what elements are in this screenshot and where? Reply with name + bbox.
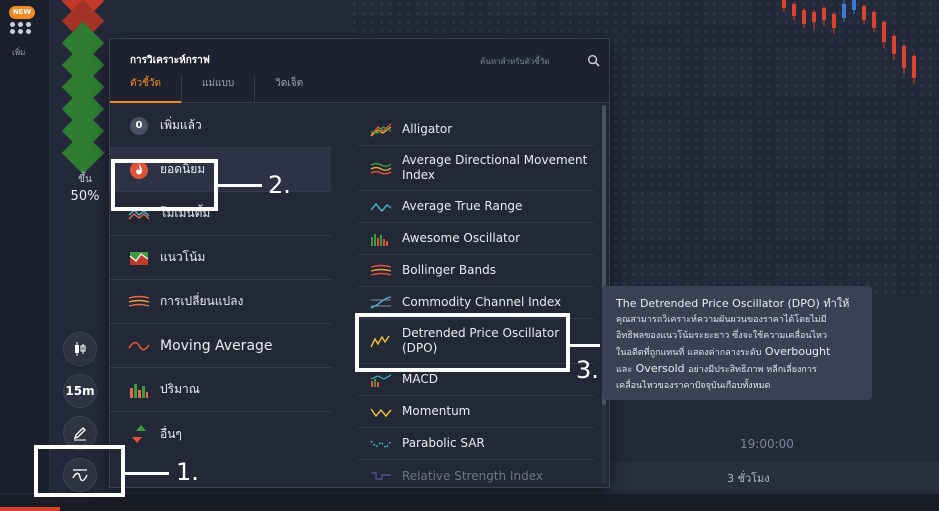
tooltip-line: อิทธิพลของแนวโน้มระยะยาว ซึ่งจะใช้ความเค… <box>616 331 828 341</box>
category-label: ปริมาณ <box>160 382 200 396</box>
sentiment-readout: ขึ้น 50% <box>70 172 100 204</box>
category-label: Moving Average <box>160 337 273 354</box>
indicator-alligator[interactable]: Alligator <box>358 114 594 146</box>
category-label: แนวโน้ม <box>160 250 206 264</box>
new-badge: NEW <box>9 6 35 19</box>
candlestick-series <box>782 0 916 84</box>
chart-type-button[interactable] <box>63 332 97 366</box>
indicator-label: Alligator <box>402 122 453 136</box>
cci-icon <box>370 295 392 309</box>
indicator-label: Momentum <box>402 404 471 418</box>
chart-analysis-panel: การวิเคราะห์กราฟ ตัวชี้วัด แม่แบบ วิดเจ็… <box>109 38 610 488</box>
tooltip-line: เคลื่อนไหวของราคาปัจจุบันเกือบทั้งหมด <box>616 381 771 391</box>
tab-widgets[interactable]: วิดเจ็ต <box>254 75 323 103</box>
annotation-label-3: 3. <box>576 356 599 384</box>
timeframe-button[interactable]: 15m <box>63 374 97 408</box>
indicator-label: Commodity Channel Index <box>402 295 562 309</box>
tooltip-line: คุณสามารถวิเคราะห์ความผันผวนของราคาได้โด… <box>616 315 827 325</box>
tooltip-line: ในอดีตที่ถูกแทนที่ แสดงค่ากลางระดับ <box>616 348 762 358</box>
annotation-box-3 <box>355 313 570 372</box>
category-label: อื่นๆ <box>160 426 182 441</box>
volatility-waves-icon <box>128 295 150 307</box>
parabolic-sar-icon <box>370 440 392 449</box>
up-down-arrows-icon <box>132 425 146 443</box>
category-label: เพิ่มแล้ว <box>160 118 202 132</box>
panel-tabs: ตัวชี้วัด แม่แบบ วิดเจ็ต <box>110 75 323 103</box>
alligator-icon <box>370 122 392 137</box>
trend-chart-icon <box>129 251 149 265</box>
tooltip-line: และ <box>616 365 633 375</box>
indicator-label: Bollinger Bands <box>402 263 496 277</box>
annotation-line-2 <box>218 184 262 187</box>
red-indicator-bar <box>0 507 60 511</box>
panel-header: การวิเคราะห์กราฟ ตัวชี้วัด แม่แบบ วิดเจ็… <box>110 39 609 103</box>
tooltip-line: The Detrended Price Oscillator (DPO) ทำใ… <box>616 297 850 310</box>
indicator-rsi[interactable]: Relative Strength Index <box>358 460 594 492</box>
category-label: การเปลี่ยนแปลง <box>160 294 244 308</box>
indicator-search[interactable] <box>480 53 600 69</box>
category-added[interactable]: 0 เพิ่มแล้ว <box>110 104 331 148</box>
grid-dots-icon[interactable] <box>10 22 34 34</box>
tooltip-line: อย่างมีประสิทธิภาพ หลีกเลี่ยงการ <box>688 365 817 375</box>
category-volume[interactable]: ปริมาณ <box>110 368 331 412</box>
time-axis-label: 19:00:00 <box>740 437 794 451</box>
awesome-oscillator-icon <box>371 233 388 246</box>
momentum-icon <box>370 408 392 417</box>
category-moving-average[interactable]: Moving Average <box>110 324 331 368</box>
category-other[interactable]: อื่นๆ <box>110 412 331 456</box>
tooltip-term: Overbought <box>764 345 831 358</box>
indicator-label: Awesome Oscillator <box>402 231 521 245</box>
indicator-momentum[interactable]: Momentum <box>358 396 594 428</box>
candlestick-icon <box>75 342 86 356</box>
moving-average-icon <box>128 341 150 350</box>
indicator-label: MACD <box>402 372 438 386</box>
bottom-bar <box>0 493 939 511</box>
search-input[interactable] <box>480 53 575 69</box>
count-badge-icon: 0 <box>130 116 148 135</box>
tooltip-term: Oversold <box>635 362 685 375</box>
indicator-tooltip: The Detrended Price Oscillator (DPO) ทำใ… <box>602 286 872 400</box>
search-icon[interactable] <box>587 54 600 67</box>
category-trend[interactable]: แนวโน้ม <box>110 236 331 280</box>
add-asset-label[interactable]: เพิ่ม <box>12 46 25 59</box>
indicator-label: Relative Strength Index <box>402 468 543 483</box>
annotation-line-3 <box>570 344 600 347</box>
sentiment-label: ขึ้น <box>78 174 92 185</box>
bollinger-icon <box>370 264 392 276</box>
left-toolbar: NEW เพิ่ม <box>0 0 50 511</box>
annotation-label-2: 2. <box>268 171 291 199</box>
category-volatility[interactable]: การเปลี่ยนแปลง <box>110 280 331 324</box>
tab-templates[interactable]: แม่แบบ <box>181 75 254 103</box>
tab-indicators[interactable]: ตัวชี้วัด <box>110 75 182 103</box>
indicator-label: Average True Range <box>402 199 523 213</box>
macd-icon <box>370 373 392 387</box>
indicator-atr[interactable]: Average True Range <box>358 191 594 223</box>
indicator-bollinger-bands[interactable]: Bollinger Bands <box>358 255 594 287</box>
category-list: 0 เพิ่มแล้ว ยอดนิยม โมเมนตั้ม แนวโน้ม กา… <box>110 104 332 456</box>
volume-bars-icon <box>130 383 148 398</box>
sentiment-percent: 50% <box>70 189 100 204</box>
pencil-icon <box>73 427 86 441</box>
timeframe-strip[interactable] <box>610 462 939 490</box>
adx-icon <box>370 162 392 175</box>
sentiment-diamonds <box>60 0 106 175</box>
annotation-box-1 <box>34 445 125 497</box>
indicator-label: Average Directional Movement Index <box>402 153 588 182</box>
atr-icon <box>370 202 392 212</box>
annotation-label-1: 1. <box>176 458 199 486</box>
annotation-box-2 <box>111 159 218 211</box>
panel-title: การวิเคราะห์กราฟ <box>130 55 210 66</box>
indicator-label: Parabolic SAR <box>402 436 485 450</box>
indicator-awesome-oscillator[interactable]: Awesome Oscillator <box>358 223 594 255</box>
indicator-list: Alligator Average Directional Movement I… <box>358 114 594 492</box>
annotation-line-1 <box>125 472 169 475</box>
timeframe-label[interactable]: 3 ชั่วโมง <box>727 469 770 487</box>
indicator-adx[interactable]: Average Directional Movement Index <box>358 146 594 191</box>
indicator-parabolic-sar[interactable]: Parabolic SAR <box>358 428 594 460</box>
rsi-icon <box>371 472 391 480</box>
